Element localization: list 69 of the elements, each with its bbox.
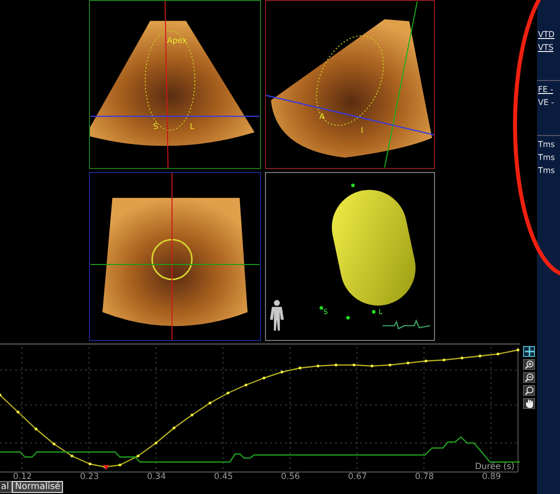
curve-point xyxy=(424,360,428,362)
curve-point xyxy=(88,462,92,466)
view-tab[interactable]: al xyxy=(0,481,12,493)
curve-point xyxy=(34,428,38,430)
chart-tool-button[interactable] xyxy=(523,359,535,370)
view-tab[interactable]: Normalisé xyxy=(12,481,64,493)
landmark-label: S xyxy=(153,122,158,132)
curve-point xyxy=(316,364,320,368)
measurement-link[interactable]: VTD xyxy=(538,30,560,39)
axis-tick-label: 0.89 xyxy=(482,472,501,480)
measurement-label: VE - xyxy=(538,98,555,107)
curve-point xyxy=(16,410,20,414)
contour-outline xyxy=(151,238,193,280)
chart-tool-button[interactable] xyxy=(523,398,535,409)
landmark-dot xyxy=(346,316,350,320)
curve-point xyxy=(52,442,56,446)
curve-point xyxy=(154,442,158,444)
curve-point xyxy=(70,454,74,458)
axis-tick-label: 0.12 xyxy=(13,472,32,480)
curve-point xyxy=(208,402,212,404)
chart-tool-button[interactable] xyxy=(523,372,535,383)
min-marker-icon xyxy=(103,465,109,470)
human-figure-icon xyxy=(270,300,284,331)
curve-point xyxy=(262,376,266,380)
curve-point xyxy=(388,364,392,366)
axis-tick-label: 0.23 xyxy=(80,472,99,480)
plus-icon xyxy=(524,347,534,356)
measurement-label: Tms xyxy=(538,153,556,162)
axis-tick-label: 0.45 xyxy=(214,472,233,480)
curve-point xyxy=(460,356,464,360)
axis-tick-label: 0.34 xyxy=(147,472,166,480)
curve-point xyxy=(496,352,500,356)
curve-point xyxy=(406,362,410,364)
axis-tick-label: 0.67 xyxy=(348,472,367,480)
zoom-in-icon xyxy=(524,360,534,369)
curve-point xyxy=(334,364,338,366)
measurement-label: Tms xyxy=(538,166,556,175)
measurement-label: Tms xyxy=(538,140,556,149)
landmark-dot xyxy=(372,310,376,314)
measurement-link[interactable]: VTS xyxy=(538,43,560,52)
landmark-label: A xyxy=(319,112,325,122)
curve-point xyxy=(298,366,302,370)
landmark-label: L xyxy=(190,122,194,132)
landmark-label: Apex xyxy=(167,36,187,45)
measurement-link[interactable]: FE - xyxy=(538,85,560,94)
curve-point xyxy=(442,358,446,362)
curve-point xyxy=(226,392,230,394)
zoom-fit-icon xyxy=(524,386,534,395)
chart-tool-button[interactable] xyxy=(523,385,535,396)
curve-point xyxy=(136,454,140,458)
axis-tick-label: 0.56 xyxy=(281,472,300,480)
hand-icon xyxy=(524,399,534,408)
axis-title: Durée (s) xyxy=(475,462,514,472)
curve-point xyxy=(280,370,284,374)
curve-point xyxy=(478,354,482,358)
landmark-dot xyxy=(320,306,324,310)
curve-point xyxy=(244,384,248,386)
curve-point xyxy=(352,364,356,366)
curve-point xyxy=(190,414,194,416)
ecg-strip-icon xyxy=(382,319,430,330)
curve-point xyxy=(370,364,374,368)
curve-point xyxy=(516,348,520,352)
landmark-dot xyxy=(351,184,355,188)
curve-point xyxy=(118,464,122,466)
curve-point xyxy=(172,426,176,430)
axis-tick-label: 0.78 xyxy=(415,472,434,480)
chart-tool-button[interactable] xyxy=(523,346,535,357)
zoom-out-icon xyxy=(524,373,534,382)
landmark-label: I xyxy=(360,126,364,135)
